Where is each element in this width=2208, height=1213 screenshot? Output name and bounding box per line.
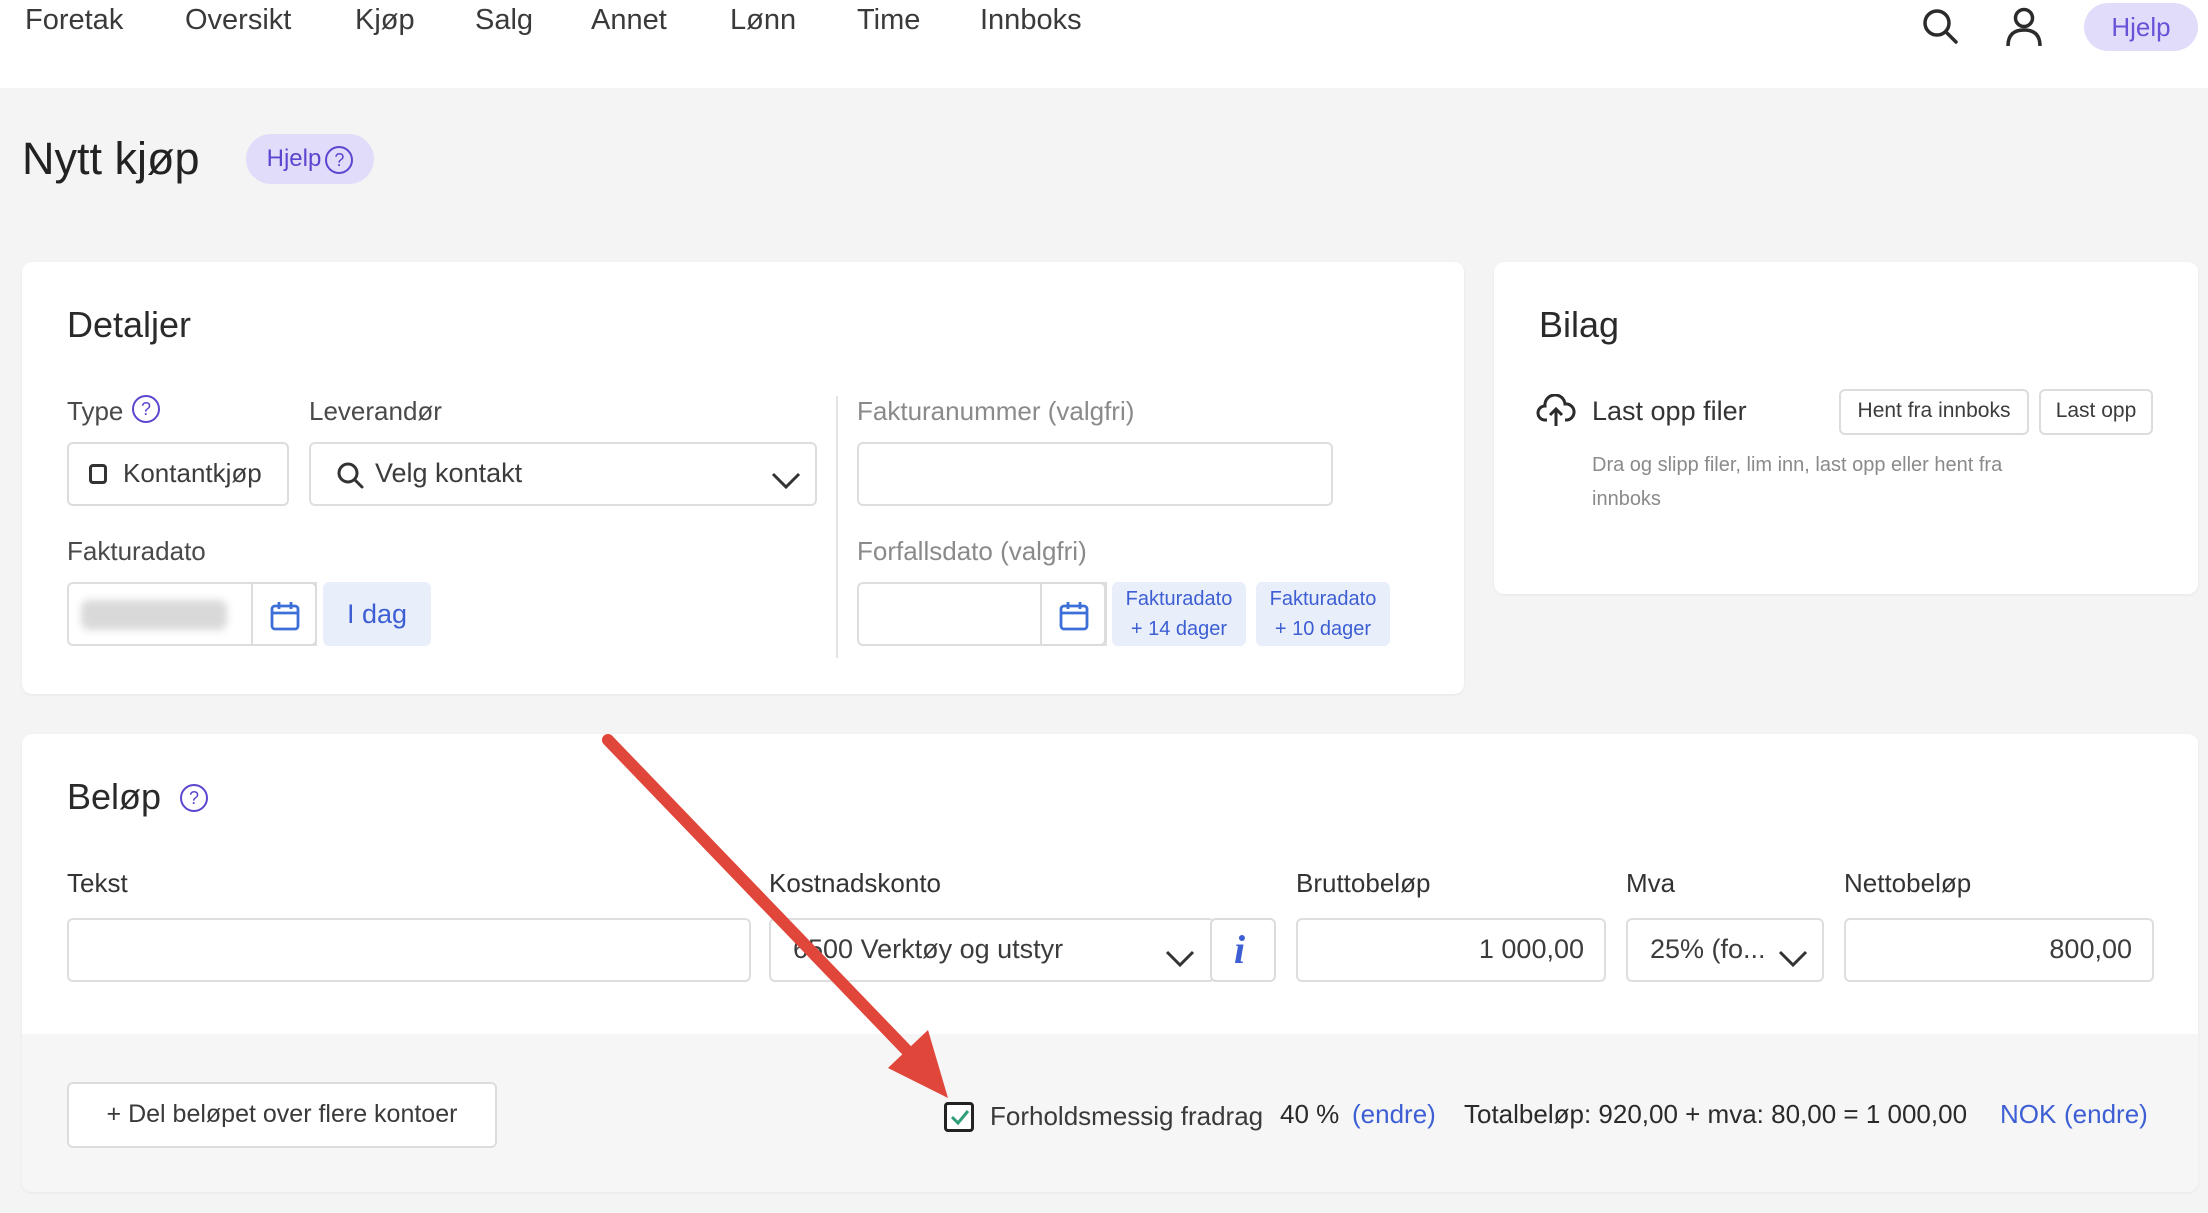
annotation-arrow xyxy=(602,734,948,1098)
